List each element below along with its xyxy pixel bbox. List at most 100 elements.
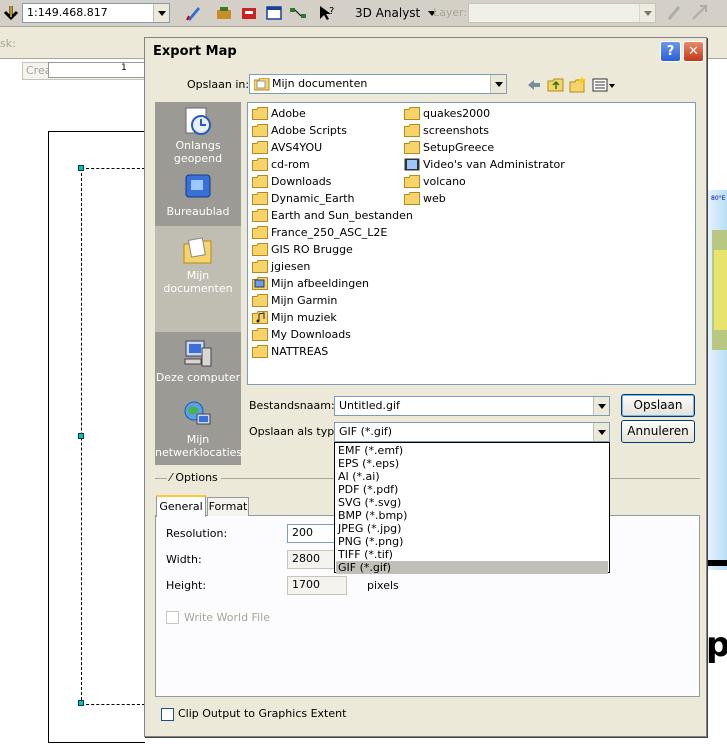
file-list-item[interactable]: quakes2000	[404, 105, 490, 122]
file-list-item[interactable]: Earth and Sun_bestanden	[252, 207, 413, 224]
clip-output-checkbox[interactable]	[161, 708, 174, 721]
file-list-item[interactable]: France_250_ASC_L2E	[252, 224, 387, 241]
tab-general[interactable]: General	[156, 495, 206, 517]
cancel-button[interactable]: Annuleren	[621, 420, 695, 443]
place-computer[interactable]: Deze computer	[155, 338, 241, 388]
desktop-icon	[185, 174, 211, 198]
filename-label: Bestandsnaam:	[249, 399, 335, 412]
options-toggle[interactable]: ⁄ Options	[167, 471, 221, 484]
recent-icon	[185, 107, 211, 135]
filetype-option[interactable]: TIFF (*.tif)	[336, 548, 608, 561]
arctoolbox-icon[interactable]	[239, 3, 259, 23]
folder-icon	[404, 124, 420, 137]
selection-handle[interactable]	[78, 165, 84, 171]
folder-icon	[252, 141, 268, 154]
map-scale-combo[interactable]: 1:149.468.817	[22, 3, 170, 23]
file-list[interactable]: Adobe Adobe Scripts AVS4YOU cd-rom Downloads…	[247, 102, 696, 385]
chevron-down-icon[interactable]	[593, 397, 609, 415]
file-list-item[interactable]: cd-rom	[252, 156, 310, 173]
filetype-option[interactable]: BMP (*.bmp)	[336, 509, 608, 522]
file-list-item[interactable]: GIS RO Brugge	[252, 241, 353, 258]
filetype-select[interactable]: GIF (*.gif)	[334, 422, 610, 442]
close-button[interactable]: ✕	[683, 41, 704, 62]
file-list-item[interactable]: Dynamic_Earth	[252, 190, 355, 207]
save-button[interactable]: Opslaan	[621, 394, 695, 417]
place-recent[interactable]: Onlangs geopend	[155, 106, 241, 166]
layout-title-fragment: p	[706, 625, 727, 665]
file-list-item[interactable]: SetupGreece	[404, 139, 494, 156]
height-field: 1700	[287, 576, 347, 595]
filetype-option[interactable]: PNG (*.png)	[336, 535, 608, 548]
file-name: cd-rom	[271, 158, 310, 171]
file-list-item[interactable]: Mijn afbeeldingen	[252, 275, 369, 292]
chevron-down-icon[interactable]	[490, 75, 506, 93]
clip-output-label: Clip Output to Graphics Extent	[178, 707, 347, 720]
chevron-down-icon[interactable]	[593, 423, 609, 441]
selection-handle[interactable]	[78, 700, 84, 706]
places-bar: Onlangs geopend Bureaublad Mijn document…	[155, 102, 242, 465]
collapse-icon: ⁄	[170, 471, 172, 484]
world-file-checkbox[interactable]	[166, 611, 179, 624]
filetype-option[interactable]: PDF (*.pdf)	[336, 483, 608, 496]
file-list-item[interactable]: NATTREAS	[252, 343, 328, 360]
file-name: Adobe Scripts	[271, 124, 347, 137]
filetype-option[interactable]: EPS (*.eps)	[336, 457, 608, 470]
folder-icon	[252, 294, 268, 307]
folder-icon	[404, 141, 420, 154]
file-list-item[interactable]: AVS4YOU	[252, 139, 322, 156]
file-list-item[interactable]: Video's van Administrator	[404, 156, 565, 173]
file-list-item[interactable]: Downloads	[252, 173, 331, 190]
place-network[interactable]: Mijn netwerklocaties	[155, 400, 242, 464]
editor-pencil-icon[interactable]	[184, 3, 204, 23]
file-name: Mijn muziek	[271, 311, 337, 324]
folder-icon	[252, 175, 268, 188]
layer-combo[interactable]	[468, 3, 656, 23]
save-in-combo[interactable]: Mijn documenten	[249, 74, 507, 94]
arrow-down-icon[interactable]	[1, 3, 21, 23]
new-folder-icon[interactable]	[569, 76, 587, 94]
place-desktop[interactable]: Bureaublad	[155, 172, 241, 220]
toolbox-icon[interactable]	[214, 3, 234, 23]
file-list-item[interactable]: web	[404, 190, 446, 207]
file-list-item[interactable]: Mijn muziek	[252, 309, 337, 326]
model-builder-icon[interactable]	[288, 3, 308, 23]
window-icon[interactable]	[264, 3, 284, 23]
view-menu-icon[interactable]	[592, 76, 616, 94]
map-scale-value: 1:149.468.817	[27, 6, 108, 19]
sketch-tool-icon[interactable]	[690, 3, 710, 23]
file-list-item[interactable]: My Downloads	[252, 326, 351, 343]
help-button[interactable]: ?	[660, 41, 681, 62]
data-frame[interactable]	[78, 165, 145, 706]
filetype-option[interactable]: SVG (*.svg)	[336, 496, 608, 509]
filetype-option[interactable]: GIF (*.gif)	[336, 561, 608, 574]
place-my-documents[interactable]: Mijn documenten	[155, 226, 241, 332]
chevron-down-icon	[639, 4, 655, 22]
ruler: 1	[48, 62, 145, 78]
map-scalebar	[707, 560, 727, 566]
tab-format[interactable]: Format	[207, 497, 249, 516]
dialog-titlebar[interactable]: Export Map ? ✕	[145, 38, 706, 65]
whats-this-icon[interactable]: ?	[317, 3, 337, 23]
filetype-option[interactable]: JPEG (*.jpg)	[336, 522, 608, 535]
file-name: Earth and Sun_bestanden	[271, 209, 413, 222]
filename-input[interactable]: Untitled.gif	[334, 396, 610, 416]
analyst-menu[interactable]: 3D Analyst	[355, 6, 437, 20]
file-list-item[interactable]: Mijn Garmin	[252, 292, 337, 309]
selection-handle[interactable]	[78, 433, 84, 439]
height-label: Height:	[166, 579, 207, 592]
music-folder-icon	[252, 311, 268, 324]
up-folder-icon[interactable]	[547, 76, 565, 94]
file-name: quakes2000	[423, 107, 491, 120]
chevron-down-icon[interactable]	[153, 4, 169, 22]
file-list-item[interactable]: Adobe Scripts	[252, 122, 347, 139]
file-list-item[interactable]: volcano	[404, 173, 466, 190]
filetype-option[interactable]: AI (*.ai)	[336, 470, 608, 483]
filetype-option[interactable]: EMF (*.emf)	[336, 444, 608, 457]
file-name: Adobe	[271, 107, 306, 120]
file-list-item[interactable]: Adobe	[252, 105, 306, 122]
file-list-item[interactable]: screenshots	[404, 122, 489, 139]
back-arrow-icon[interactable]	[525, 76, 543, 94]
file-list-item[interactable]: jgiesen	[252, 258, 310, 275]
file-name: SetupGreece	[423, 141, 495, 154]
edit-tool-icon[interactable]	[665, 3, 685, 23]
